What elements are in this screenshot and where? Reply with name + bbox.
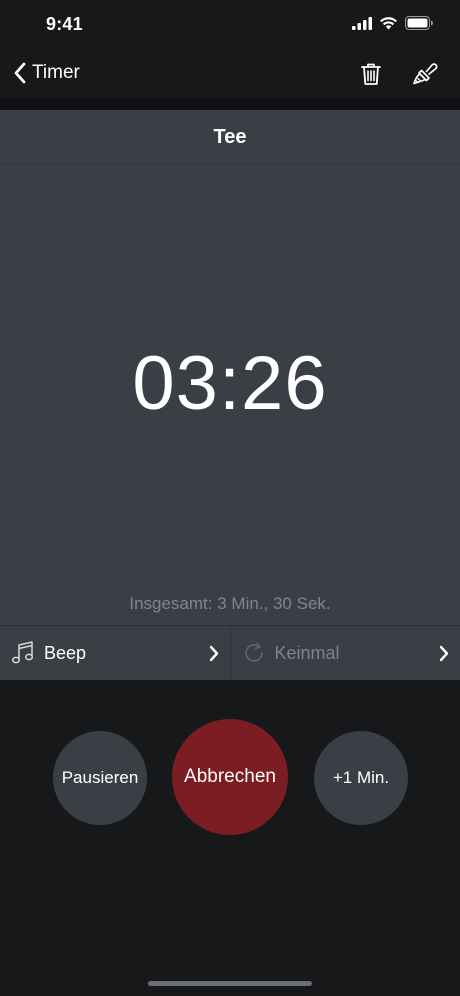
chevron-right-icon — [439, 645, 449, 662]
wifi-icon — [380, 17, 397, 30]
status-bar: 9:41 — [0, 0, 460, 48]
chevron-right-icon — [209, 645, 218, 662]
battery-icon — [405, 16, 433, 30]
repeat-option[interactable]: Keinmal — [229, 626, 460, 681]
total-duration-label: Insgesamt: 3 Min., 30 Sek. — [129, 594, 331, 613]
home-indicator[interactable] — [148, 981, 312, 986]
cellular-signal-icon — [352, 16, 372, 30]
repeat-label: Keinmal — [274, 643, 340, 663]
cancel-button[interactable]: Abbrechen — [172, 719, 288, 835]
separator-strip — [0, 98, 460, 110]
timer-header: Tee — [0, 110, 460, 165]
paint-brush-icon[interactable] — [411, 60, 439, 88]
add-minute-button[interactable]: +1 Min. — [314, 731, 408, 825]
status-icons — [352, 16, 434, 30]
chevron-left-icon — [14, 62, 26, 84]
timer-screen: 9:41 Timer Tee 03:26 Insgesamt: 3 Min., … — [0, 0, 460, 996]
timer-name: Tee — [213, 125, 247, 148]
back-label: Timer — [32, 62, 80, 83]
repeat-icon — [244, 642, 263, 662]
status-time: 9:41 — [46, 14, 83, 34]
trash-icon[interactable] — [357, 60, 385, 88]
timer-panel: Tee 03:26 Insgesamt: 3 Min., 30 Sek. Bee… — [0, 110, 460, 681]
options-row: Beep Keinmal — [0, 625, 460, 681]
countdown-display: 03:26 — [132, 341, 328, 426]
sound-label: Beep — [44, 643, 87, 663]
pause-button[interactable]: Pausieren — [53, 731, 147, 825]
back-button[interactable]: Timer — [12, 58, 80, 88]
sound-option[interactable]: Beep — [0, 626, 230, 681]
navigation-bar: Timer — [0, 48, 460, 98]
music-note-icon — [11, 641, 34, 664]
